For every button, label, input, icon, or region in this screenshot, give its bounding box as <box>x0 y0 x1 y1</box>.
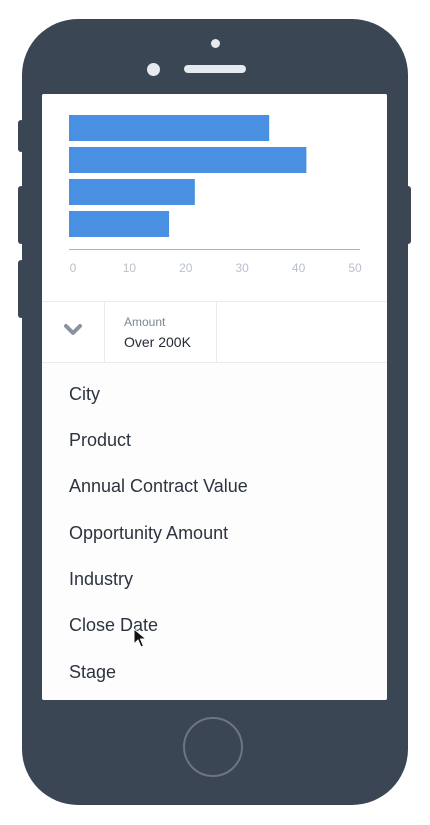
silent-switch <box>18 120 24 152</box>
x-tick-label: 10 <box>122 261 137 275</box>
x-tick-label: 40 <box>291 261 306 275</box>
bar-0 <box>69 115 270 141</box>
list-item-annual-contract-value[interactable]: Annual Contract Value <box>69 475 248 497</box>
bar-2 <box>69 179 195 205</box>
filter-value: Over 200K <box>124 334 191 350</box>
phone-screen: 0 10 20 30 40 50 Amount Over 200K City Produc… <box>42 94 387 700</box>
x-tick-label: 30 <box>235 261 249 275</box>
collapse-button[interactable] <box>42 302 105 362</box>
volume-up-button <box>18 186 24 244</box>
bar-3 <box>69 211 170 237</box>
power-button <box>405 186 411 244</box>
list-item-city[interactable]: City <box>69 383 100 405</box>
bar-chart: 0 10 20 30 40 50 <box>42 94 387 301</box>
earpiece-speaker <box>184 65 246 73</box>
chevron-down-icon <box>63 323 83 341</box>
filter-bar: Amount Over 200K <box>42 301 387 363</box>
x-tick-label: 0 <box>69 261 77 275</box>
list-item-industry[interactable]: Industry <box>69 568 133 590</box>
amount-filter-chip[interactable]: Amount Over 200K <box>105 302 217 362</box>
list-item-opportunity-amount[interactable]: Opportunity Amount <box>69 522 228 544</box>
x-tick-label: 50 <box>348 261 362 275</box>
bar-chart-svg <box>69 115 307 237</box>
proximity-sensor <box>211 39 220 48</box>
volume-down-button <box>18 260 24 318</box>
bar-1 <box>69 147 307 173</box>
dropdown-list: City Product Annual Contract Value Oppor… <box>42 363 387 700</box>
filter-label: Amount <box>124 315 166 329</box>
mouse-cursor-icon <box>133 627 148 648</box>
list-item-stage[interactable]: Stage <box>69 661 116 683</box>
x-axis-line <box>69 249 360 250</box>
list-item-product[interactable]: Product <box>69 429 131 451</box>
front-camera <box>147 63 160 76</box>
x-tick-label: 20 <box>179 261 193 275</box>
home-button[interactable] <box>183 717 243 777</box>
